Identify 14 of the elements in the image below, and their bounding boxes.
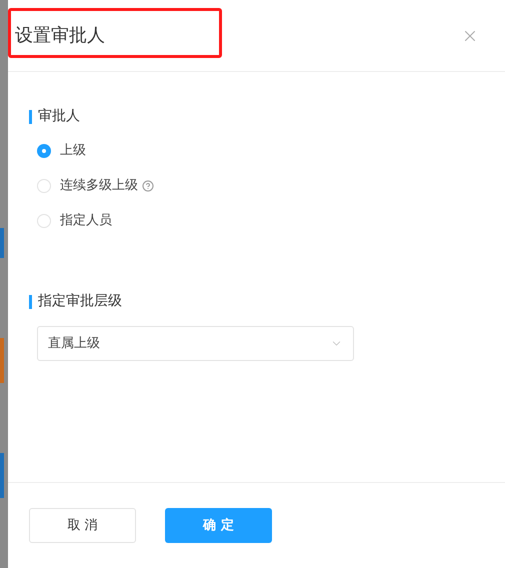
section-heading: 指定审批层级	[38, 292, 122, 311]
help-icon[interactable]	[142, 180, 154, 192]
radio-label[interactable]: 上级	[60, 141, 86, 161]
cancel-button[interactable]: 取 消	[29, 508, 136, 543]
section-marker	[29, 110, 32, 124]
section-marker	[29, 294, 32, 308]
radio-button[interactable]	[37, 214, 51, 228]
level-select[interactable]: 直属上级	[37, 326, 354, 361]
dialog-title: 设置审批人	[15, 24, 105, 48]
section-heading: 审批人	[38, 107, 80, 126]
radio-label[interactable]: 指定人员	[60, 211, 112, 231]
radio-label[interactable]: 连续多级上级	[60, 176, 138, 196]
radio-button[interactable]	[37, 144, 51, 158]
radio-button[interactable]	[37, 179, 51, 193]
